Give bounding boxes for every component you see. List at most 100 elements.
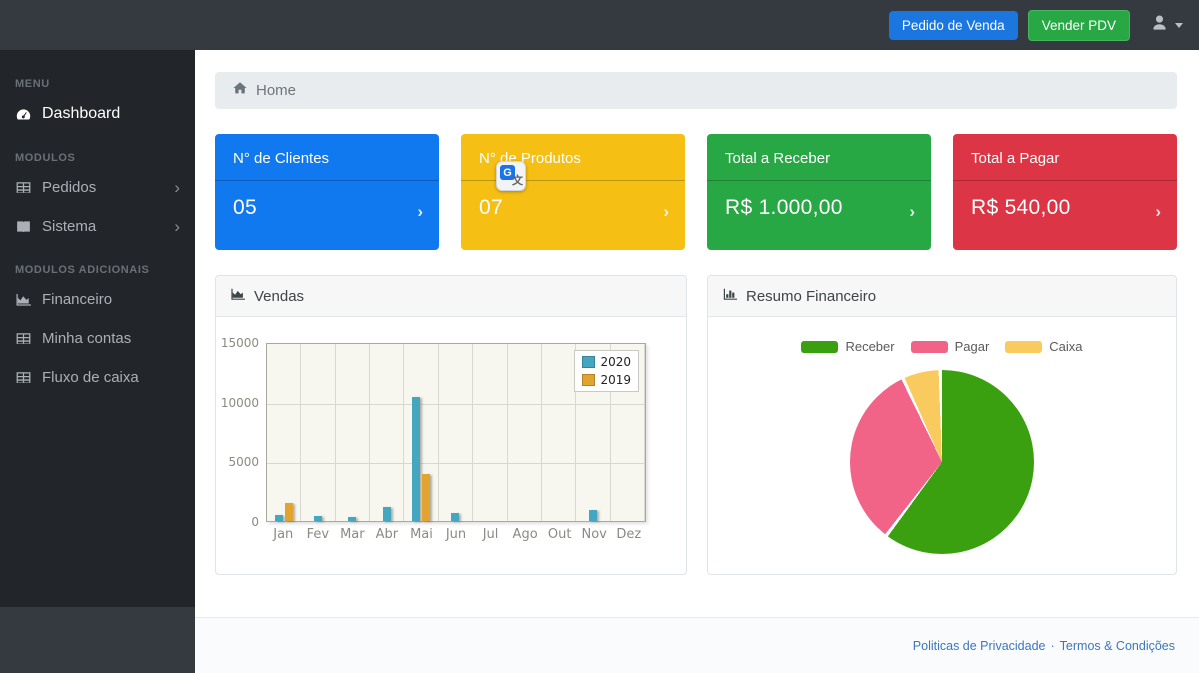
footer-link-politicas-de-privacidade[interactable]: Politicas de Privacidade (913, 639, 1046, 653)
x-tick-label: Jan (266, 527, 301, 542)
stat-card-total-a-pagar[interactable]: Total a Pagar R$ 540,00 › (953, 134, 1177, 250)
vendas-plot-area: 2020 2019 (266, 343, 646, 522)
vender-pdv-button[interactable]: Vender PDV (1028, 10, 1130, 41)
chevron-right-icon[interactable]: › (909, 194, 915, 222)
bar-group-fev (301, 344, 335, 521)
chart-area-icon (230, 286, 246, 306)
x-tick-label: Ago (508, 527, 543, 542)
sidebar-item-label: Dashboard (42, 105, 120, 123)
top-navbar: Pedido de Venda Vender PDV (0, 0, 1199, 50)
chevron-right-icon[interactable]: › (1155, 194, 1161, 222)
resumo-panel-title: Resumo Financeiro (746, 288, 876, 305)
sidebar-item-label: Minha contas (42, 330, 131, 347)
table-icon (15, 330, 32, 347)
stat-card-total-a-receber[interactable]: Total a Receber R$ 1.000,00 › (707, 134, 931, 250)
sidebar-item-pedidos[interactable]: Pedidos› (0, 168, 195, 207)
bar-2020-jan (275, 515, 283, 521)
vendas-panel-header: Vendas (216, 276, 686, 317)
sidebar-item-minha-contas[interactable]: Minha contas (0, 319, 195, 358)
bar-2020-jun (451, 513, 459, 521)
legend-entry-receber: Receber (801, 339, 894, 354)
stat-cards-row: N° de Clientes05›N° de Produtos07›Total … (215, 134, 1177, 250)
main-content: Home N° de Clientes05›N° de Produtos07›T… (195, 50, 1199, 673)
user-menu[interactable] (1150, 13, 1183, 37)
legend-entry-2020: 2020 (582, 355, 631, 369)
bar-2020-nov (589, 510, 597, 521)
y-tick-label: 10000 (221, 396, 259, 410)
x-tick-label: Mar (335, 527, 370, 542)
sidebar: MENUDashboardMODULOSPedidos›Sistema›MODU… (0, 50, 195, 607)
x-tick-label: Dez (611, 527, 646, 542)
home-icon (232, 80, 248, 101)
table-icon (15, 369, 32, 386)
caret-down-icon (1175, 23, 1183, 28)
breadcrumb-home-link[interactable]: Home (256, 82, 296, 99)
vendas-x-axis: JanFevMarAbrMaiJunJulAgoOutNovDez (266, 527, 646, 542)
stat-card-value: R$ 1.000,00 (725, 196, 843, 220)
sidebar-item-dashboard[interactable]: Dashboard (0, 94, 195, 134)
breadcrumb: Home (215, 72, 1177, 109)
x-tick-label: Abr (370, 527, 405, 542)
sidebar-item-sistema[interactable]: Sistema › (0, 207, 195, 246)
chevron-right-icon[interactable]: › (417, 194, 423, 222)
chevron-right-icon: › (174, 222, 180, 232)
vendas-bar-chart: 0 5000 10000 15000 2020 2019 JanFevMarAbrMaiJu… (216, 317, 686, 552)
bar-2020-mar (348, 517, 356, 521)
resumo-pie (850, 370, 1034, 554)
sidebar-item-label: Sistema (42, 218, 96, 235)
bar-2019-jan (285, 503, 293, 521)
sidebar-item-financeiro[interactable]: Financeiro (0, 280, 195, 319)
table-icon (15, 179, 32, 196)
sidebar-item-label: Fluxo de caixa (42, 369, 139, 386)
bar-group-mai (404, 344, 438, 521)
x-tick-label: Mai (404, 527, 439, 542)
footer-link-termos-condicoes[interactable]: Termos & Condições (1060, 639, 1175, 653)
stat-card-title: N° de Produtos (461, 134, 685, 180)
legend-swatch (911, 341, 948, 353)
legend-entry-caixa: Caixa (1005, 339, 1082, 354)
stat-card-n-de-clientes[interactable]: N° de Clientes 05 › (215, 134, 439, 250)
bar-2020-abr (383, 507, 391, 521)
stat-card-title: Total a Receber (707, 134, 931, 180)
y-tick-label: 0 (251, 515, 259, 529)
book-icon (15, 218, 32, 235)
sidebar-section-header-modulos-adicionais: MODULOS ADICIONAIS (15, 264, 195, 276)
legend-entry-2019: 2019 (582, 373, 631, 387)
vendas-panel: Vendas 0 5000 10000 15000 2020 2019 JanFevMarA… (215, 275, 687, 575)
stat-card-title: Total a Pagar (953, 134, 1177, 180)
vendas-legend: 2020 2019 (574, 350, 639, 392)
bar-group-jul (473, 344, 507, 521)
sidebar-section-header-modulos: MODULOS (15, 152, 195, 164)
resumo-panel: Resumo Financeiro Receber Pagar Caixa (707, 275, 1177, 575)
stat-card-value: 05 (233, 196, 257, 220)
bar-group-ago (508, 344, 542, 521)
bar-2019-mai (422, 474, 430, 521)
stat-card-title: N° de Clientes (215, 134, 439, 180)
sidebar-item-label: Financeiro (42, 291, 112, 308)
bar-group-out (542, 344, 576, 521)
y-tick-label: 5000 (228, 455, 259, 469)
bar-group-jun (439, 344, 473, 521)
pedido-de-venda-button[interactable]: Pedido de Venda (889, 11, 1018, 40)
x-tick-label: Out (542, 527, 577, 542)
page-footer: Politicas de Privacidade·Termos & Condiç… (195, 617, 1199, 673)
bar-group-abr (370, 344, 404, 521)
resumo-legend: Receber Pagar Caixa (801, 339, 1082, 354)
stat-card-n-de-produtos[interactable]: N° de Produtos 07 › (461, 134, 685, 250)
legend-entry-pagar: Pagar (911, 339, 990, 354)
resumo-panel-header: Resumo Financeiro (708, 276, 1176, 317)
x-tick-label: Jun (439, 527, 474, 542)
stat-card-value: 07 (479, 196, 503, 220)
chart-column-icon (722, 286, 738, 306)
bar-2020-mai (412, 397, 420, 521)
legend-swatch (801, 341, 838, 353)
sidebar-item-fluxo-de-caixa[interactable]: Fluxo de caixa (0, 358, 195, 397)
x-tick-label: Nov (577, 527, 612, 542)
x-tick-label: Jul (473, 527, 508, 542)
sidebar-footer (0, 607, 195, 673)
google-translate-icon[interactable]: G 文 (496, 161, 526, 191)
left-column: MENUDashboardMODULOSPedidos›Sistema›MODU… (0, 50, 195, 673)
stat-card-value: R$ 540,00 (971, 196, 1071, 220)
y-tick-label: 15000 (221, 336, 259, 350)
chevron-right-icon[interactable]: › (663, 194, 669, 222)
